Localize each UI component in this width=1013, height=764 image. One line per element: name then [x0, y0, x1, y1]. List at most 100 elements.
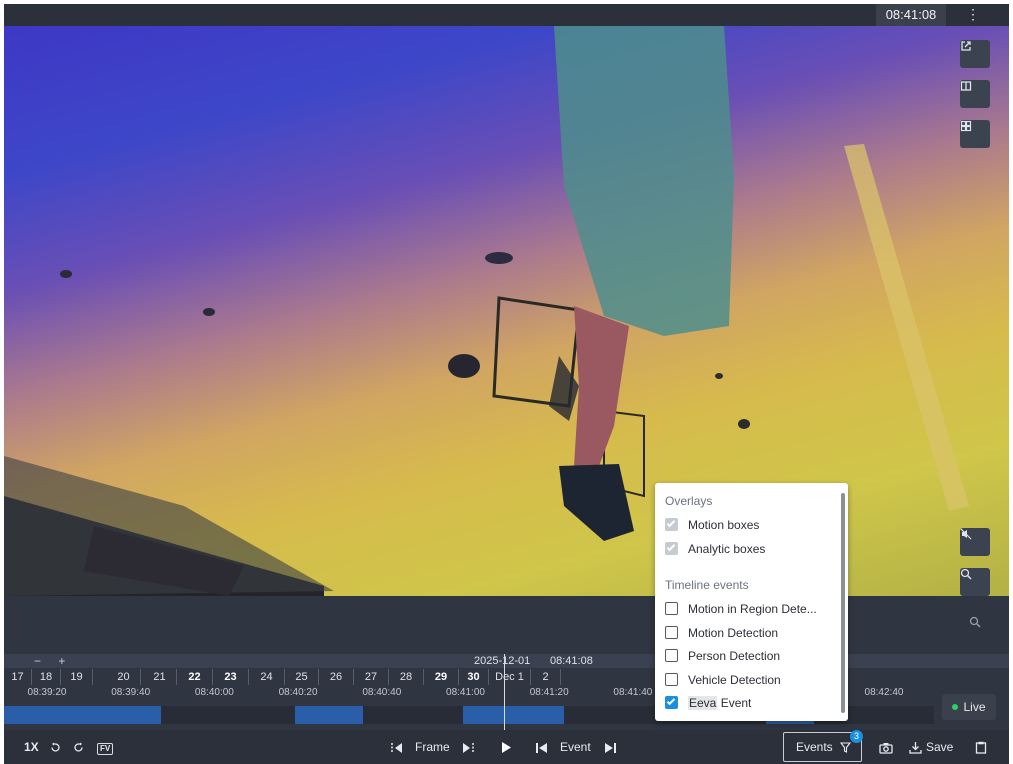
save-button[interactable]: Save [909, 730, 953, 764]
save-label: Save [926, 740, 954, 754]
checkbox[interactable] [665, 649, 678, 663]
fv-button[interactable]: FV [97, 730, 114, 764]
timeline-day[interactable]: 30 [459, 669, 489, 685]
recording-segment[interactable] [295, 706, 363, 724]
play-icon[interactable] [500, 730, 512, 764]
timeline-tick-label: 08:39:20 [27, 687, 67, 698]
rewind-icon[interactable] [49, 730, 62, 764]
timeline-day[interactable]: 19 [61, 669, 93, 685]
events-filter-button[interactable]: Events 3 [783, 730, 863, 762]
live-button[interactable]: Live [942, 694, 996, 720]
zoom-icon[interactable] [960, 608, 990, 636]
event-option-person-detection[interactable]: Person Detection [665, 646, 780, 666]
top-bar: 08:41:08 ⋮ [4, 4, 1009, 26]
event-option-label: Motion in Region Dete... [688, 602, 817, 616]
checkbox-checked[interactable] [665, 696, 678, 710]
clipboard-icon[interactable] [975, 730, 987, 764]
timeline-day[interactable]: 23 [213, 669, 249, 685]
timeline-tick-label: 08:40:40 [362, 687, 402, 698]
playhead[interactable] [504, 654, 505, 730]
timeline-current-time: 08:41:08 [550, 655, 593, 667]
overlay-option-label: Motion boxes [688, 518, 760, 532]
timeline-tick-label: 08:40:20 [278, 687, 318, 698]
overlay-option-motion-boxes[interactable]: Motion boxes [665, 515, 759, 535]
overlay-filter-menu: Overlays Motion boxes Analytic boxes Tim… [655, 483, 848, 721]
timeline-day[interactable]: 24 [249, 669, 285, 685]
video-frame[interactable] [4, 26, 1009, 596]
timeline-day[interactable]: 22 [177, 669, 213, 685]
download-icon [909, 742, 922, 754]
event-option-label: Person Detection [688, 649, 781, 663]
timeline-day[interactable]: 21 [143, 669, 177, 685]
recording-segment[interactable] [4, 706, 161, 724]
timeline-tick-label: 08:42:40 [864, 687, 904, 698]
timeline-tick-label: 08:41:00 [446, 687, 485, 698]
frame-label: Frame [415, 740, 450, 754]
video-player: 08:41:08 ⋮ − + 2025-12-01 08:41:08 17 18… [4, 4, 1009, 764]
timeline-zoom-out-button[interactable]: − [34, 654, 41, 668]
overlays-heading: Overlays [665, 494, 713, 508]
overlay-option-label: Analytic boxes [688, 542, 766, 556]
timeline-zoom-controls[interactable]: − + [34, 654, 65, 668]
event-option-label: Event [720, 696, 752, 710]
day-strip[interactable]: 17 18 19 20 21 22 23 24 25 26 27 28 29 30 Dec 12 [4, 669, 1009, 685]
camera-image [4, 26, 969, 596]
zoom-strip [4, 596, 1009, 654]
timeline-day[interactable]: 20 [107, 669, 141, 685]
timeline-day[interactable]: 2 [531, 669, 561, 685]
mute-icon[interactable] [960, 528, 990, 556]
menu-scrollbar[interactable] [841, 493, 845, 713]
event-label: Event [560, 740, 591, 754]
previous-event-icon[interactable] [535, 730, 548, 764]
timeline-day[interactable]: 26 [319, 669, 354, 685]
timeline-tick-label: 08:41:20 [529, 687, 569, 698]
timeline-day[interactable]: 18 [32, 669, 61, 685]
event-option-label: Vehicle Detection [688, 673, 781, 687]
fv-label: FV [97, 743, 114, 755]
checkbox-disabled [665, 518, 678, 532]
checkbox[interactable] [665, 626, 678, 640]
previous-frame-icon[interactable] [390, 730, 404, 764]
timeline-header: − + 2025-12-01 08:41:08 [4, 654, 1009, 668]
timeline-day[interactable]: 17 [4, 669, 32, 685]
timeline-tick-label: 08:40:00 [194, 687, 234, 698]
open-external-icon[interactable] [960, 40, 990, 68]
overlay-option-analytic-boxes[interactable]: Analytic boxes [665, 539, 765, 559]
kebab-icon[interactable]: ⋮ [958, 4, 988, 26]
next-frame-icon[interactable] [461, 730, 475, 764]
timeline-day[interactable]: 27 [354, 669, 389, 685]
zoom-in-icon[interactable] [960, 568, 990, 596]
live-label: Live [963, 700, 986, 714]
forward-icon[interactable] [72, 730, 85, 764]
checkbox-disabled [665, 542, 678, 556]
timeline-day[interactable]: 29 [424, 669, 459, 685]
event-option-eeva-event[interactable]: Eeva Event [665, 693, 751, 713]
timeline-day[interactable]: Dec 1 [489, 669, 531, 685]
checkbox[interactable] [665, 673, 678, 687]
current-time-display: 08:41:08 [876, 4, 946, 26]
event-option-motion-in-region[interactable]: Motion in Region Dete... [665, 599, 817, 619]
speed-button[interactable]: 1X [24, 730, 39, 764]
timeline-tick-label: 08:39:40 [111, 687, 151, 698]
timeline-day[interactable]: 25 [285, 669, 319, 685]
timeline-day[interactable]: 28 [389, 669, 424, 685]
checkbox[interactable] [665, 602, 678, 616]
recording-segment[interactable] [463, 706, 564, 724]
snapshot-icon[interactable] [879, 730, 893, 764]
filter-icon [839, 742, 852, 754]
events-label: Events [796, 740, 833, 754]
event-option-motion-detection[interactable]: Motion Detection [665, 623, 778, 643]
timeline-events-heading: Timeline events [665, 578, 749, 592]
event-option-vehicle-detection[interactable]: Vehicle Detection [665, 670, 781, 690]
timeline-current-date: 2025-12-01 [474, 655, 531, 667]
timeline-zoom-in-button[interactable]: + [58, 654, 65, 668]
grid-view-icon[interactable] [960, 120, 990, 148]
events-count-badge: 3 [850, 730, 863, 743]
split-view-icon[interactable] [960, 80, 990, 108]
live-status-dot [952, 703, 959, 710]
playback-controls: 1X FV Frame Event Events 3 Save [4, 730, 1009, 764]
time-ticks: 08:39:20 08:39:40 08:40:00 08:40:20 08:40:40… [4, 685, 1009, 701]
timeline[interactable]: − + 2025-12-01 08:41:08 17 18 19 20 21 22 23 24… [4, 654, 1009, 730]
next-event-icon[interactable] [604, 730, 617, 764]
event-option-label: Motion Detection [688, 626, 779, 640]
